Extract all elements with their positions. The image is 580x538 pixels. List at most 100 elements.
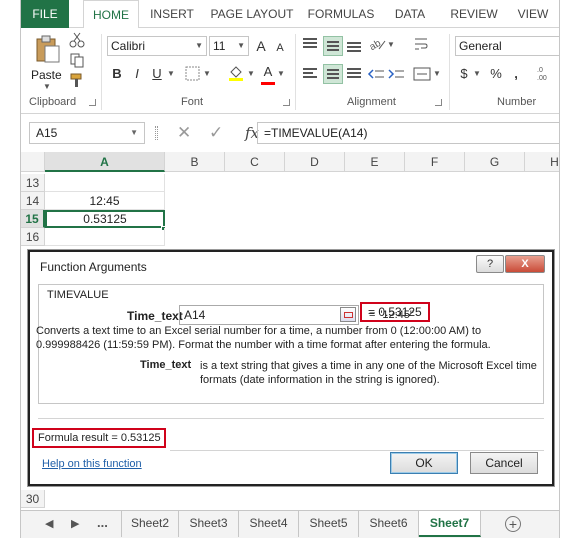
number-group-label: Number — [497, 96, 537, 108]
more-sheets-button[interactable]: ... — [97, 515, 108, 530]
chevron-down-icon[interactable]: ▼ — [433, 69, 441, 78]
formula-bar-splitter[interactable] — [155, 126, 158, 140]
excel-window: FILE HOME INSERT PAGE LAYOUT FORMULAS DA… — [20, 0, 560, 538]
tab-home[interactable]: HOME — [83, 0, 139, 29]
underline-button[interactable]: U — [149, 64, 165, 84]
grow-font-button[interactable]: A — [253, 36, 269, 56]
column-header-c[interactable]: C — [225, 152, 285, 172]
chevron-down-icon[interactable]: ▼ — [277, 69, 285, 78]
italic-button[interactable]: I — [129, 64, 145, 84]
chevron-down-icon[interactable]: ▼ — [473, 69, 481, 78]
formula-input[interactable]: =TIMEVALUE(A14) — [257, 122, 559, 144]
chevron-down-icon: ▼ — [237, 41, 245, 50]
format-painter-icon[interactable] — [69, 72, 85, 88]
row-header[interactable]: 30 — [21, 490, 45, 508]
align-right-icon[interactable] — [347, 68, 361, 80]
top-align-icon[interactable] — [303, 38, 317, 50]
row-header[interactable]: 13 — [21, 174, 45, 192]
orientation-icon[interactable]: ab — [367, 36, 387, 52]
close-button[interactable]: X — [505, 255, 545, 273]
argument-description: is a text string that gives a time in an… — [200, 360, 537, 386]
tab-view[interactable]: VIEW — [513, 0, 553, 28]
grid-row-30: 30 — [21, 490, 559, 508]
ok-button[interactable]: OK — [390, 452, 458, 474]
sheet-tab[interactable]: Sheet5 — [299, 511, 359, 537]
cell-a14[interactable]: 12:45 — [45, 192, 165, 210]
dialog-title-bar[interactable]: Function Arguments ? X — [30, 252, 552, 282]
sheet-tab[interactable]: Sheet3 — [179, 511, 239, 537]
column-header-a[interactable]: A — [45, 152, 165, 172]
shrink-font-button[interactable]: A — [273, 38, 287, 58]
font-color-label: A — [263, 64, 273, 79]
row-header[interactable]: 14 — [21, 192, 45, 210]
bold-button[interactable]: B — [109, 64, 125, 84]
sheet-tab[interactable]: Sheet4 — [239, 511, 299, 537]
font-color-button[interactable]: A — [261, 62, 275, 82]
chevron-down-icon[interactable]: ▼ — [247, 69, 255, 78]
fill-color-icon[interactable] — [227, 64, 245, 82]
increase-indent-icon[interactable] — [387, 66, 405, 82]
cancel-button[interactable]: Cancel — [470, 452, 538, 474]
time-text-input[interactable]: A14 — [179, 305, 359, 325]
column-header-b[interactable]: B — [165, 152, 225, 172]
add-sheet-icon[interactable]: + — [505, 516, 521, 532]
sheet-tab[interactable]: Sheet2 — [121, 511, 179, 537]
alignment-launcher-icon[interactable] — [435, 99, 442, 106]
cell-a16[interactable] — [45, 228, 165, 246]
next-sheet-icon[interactable]: ▶ — [71, 517, 79, 530]
decrease-indent-icon[interactable] — [367, 66, 385, 82]
chevron-down-icon[interactable]: ▼ — [203, 69, 211, 78]
row-header-selected[interactable]: 15 — [21, 210, 45, 228]
borders-icon[interactable] — [185, 66, 201, 82]
clipboard-launcher-icon[interactable] — [89, 99, 96, 106]
tab-file[interactable]: FILE — [21, 0, 69, 28]
bottom-align-icon[interactable] — [347, 42, 361, 54]
chevron-down-icon[interactable]: ▼ — [167, 69, 175, 78]
previous-sheet-icon[interactable]: ◀ — [45, 517, 53, 530]
chevron-down-icon[interactable]: ▼ — [387, 40, 395, 49]
font-launcher-icon[interactable] — [283, 99, 290, 106]
tab-review[interactable]: REVIEW — [447, 0, 501, 28]
column-header-h[interactable]: H — [525, 152, 559, 172]
cell-a13[interactable] — [45, 174, 165, 192]
merge-center-icon[interactable] — [413, 66, 431, 82]
formula-result: Formula result = 0.53125 — [32, 428, 166, 448]
wrap-text-icon[interactable] — [413, 36, 429, 52]
paste-button[interactable]: Paste ▼ — [29, 32, 65, 92]
function-description: Converts a text time to an Excel serial … — [36, 325, 491, 351]
number-format-select[interactable]: General — [455, 36, 559, 56]
cancel-entry-icon[interactable]: ✕ — [177, 122, 191, 144]
tab-formulas[interactable]: FORMULAS — [305, 0, 377, 28]
row-header[interactable]: 16 — [21, 228, 45, 246]
select-all-corner[interactable] — [21, 152, 45, 172]
cell-a15-active[interactable]: 0.53125 — [45, 210, 165, 228]
currency-label: $ — [460, 66, 468, 81]
font-name-select[interactable]: Calibri ▼ — [107, 36, 207, 56]
column-header-g[interactable]: G — [465, 152, 525, 172]
italic-label: I — [135, 66, 139, 81]
column-header-d[interactable]: D — [285, 152, 345, 172]
font-size-select[interactable]: 11 ▼ — [209, 36, 249, 56]
percent-button[interactable]: % — [489, 64, 503, 84]
collapse-dialog-icon[interactable] — [340, 307, 356, 322]
tab-page-layout[interactable]: PAGE LAYOUT — [207, 0, 297, 28]
sheet-tab-active[interactable]: Sheet7 — [419, 511, 481, 537]
tab-insert[interactable]: INSERT — [145, 0, 199, 28]
align-center-icon[interactable] — [323, 64, 343, 84]
help-button[interactable]: ? — [476, 255, 504, 273]
column-header-f[interactable]: F — [405, 152, 465, 172]
help-on-function-link[interactable]: Help on this function — [42, 458, 142, 470]
cut-icon[interactable] — [69, 32, 85, 48]
align-left-icon[interactable] — [303, 68, 317, 80]
middle-align-icon[interactable] — [323, 36, 343, 56]
name-box[interactable]: A15 ▼ — [29, 122, 145, 144]
sheet-tab[interactable]: Sheet6 — [359, 511, 419, 537]
copy-icon[interactable] — [69, 52, 85, 68]
comma-button[interactable]: , — [511, 64, 521, 84]
enter-check-icon[interactable]: ✓ — [209, 122, 223, 144]
tab-data[interactable]: DATA — [389, 0, 431, 28]
currency-button[interactable]: $ — [457, 64, 471, 84]
chevron-down-icon: ▼ — [130, 128, 138, 137]
increase-decimal-icon[interactable]: .0 .00 — [535, 64, 553, 82]
column-header-e[interactable]: E — [345, 152, 405, 172]
